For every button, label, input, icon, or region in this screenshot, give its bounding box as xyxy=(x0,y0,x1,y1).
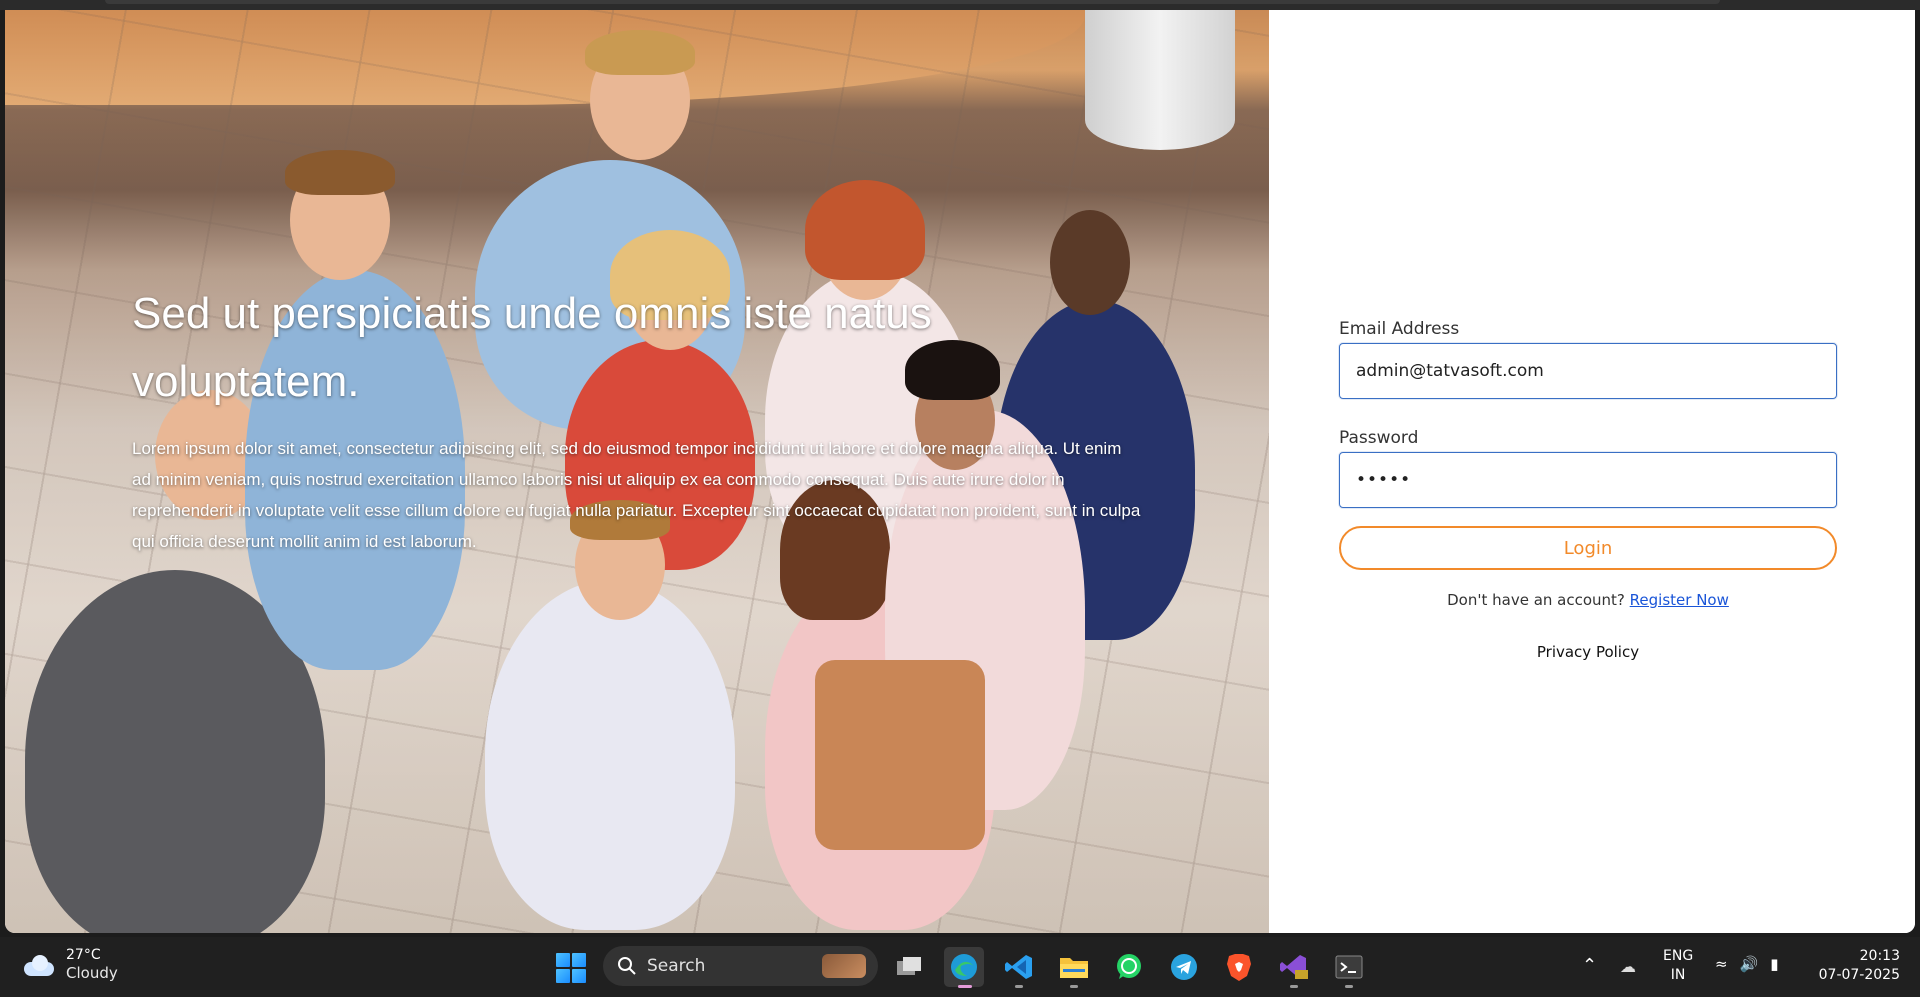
hero-image: Sed ut perspiciatis unde omnis iste natu… xyxy=(5,10,1269,933)
volume-icon: 🔊 xyxy=(1739,955,1759,973)
clock-time: 20:13 xyxy=(1859,948,1900,964)
password-label: Password xyxy=(1339,428,1419,448)
weather-widget[interactable]: 27°C Cloudy xyxy=(22,947,118,982)
vscode-icon[interactable] xyxy=(999,947,1039,988)
system-tray[interactable]: ≈ 🔊 ▮ xyxy=(1715,955,1779,973)
edge-icon[interactable] xyxy=(944,947,984,988)
hero-title: Sed ut perspiciatis unde omnis iste natu… xyxy=(132,289,932,406)
task-view-icon[interactable] xyxy=(889,947,929,987)
wifi-icon: ≈ xyxy=(1715,955,1728,973)
search-highlight-image xyxy=(822,954,866,978)
register-now-link[interactable]: Register Now xyxy=(1630,591,1729,609)
email-field[interactable]: admin@tatvasoft.com xyxy=(1339,343,1837,399)
weather-temperature: 27°C xyxy=(66,947,101,963)
telegram-icon[interactable] xyxy=(1164,947,1204,987)
brave-icon[interactable] xyxy=(1219,947,1259,987)
login-button[interactable]: Login xyxy=(1339,526,1837,570)
student-hair xyxy=(805,180,925,280)
cloud-icon xyxy=(22,954,56,976)
clock-date: 07-07-2025 xyxy=(1818,967,1900,983)
clock[interactable]: 20:13 07-07-2025 xyxy=(1812,947,1900,985)
battery-icon: ▮ xyxy=(1770,955,1779,973)
privacy-policy-link[interactable]: Privacy Policy xyxy=(1339,643,1837,661)
password-field[interactable]: ••••• xyxy=(1339,452,1837,508)
windows-start-icon[interactable] xyxy=(556,953,586,983)
search-icon xyxy=(618,957,636,975)
student-figure xyxy=(815,660,985,850)
taskbar-search[interactable]: Search xyxy=(603,946,878,986)
browser-top-strip xyxy=(0,0,1920,10)
hero-pillar xyxy=(1085,10,1235,150)
email-label: Email Address xyxy=(1339,319,1460,339)
register-prompt: Don't have an account? Register Now xyxy=(1339,591,1837,609)
login-panel: Email Address admin@tatvasoft.com Passwo… xyxy=(1269,10,1915,933)
file-explorer-icon[interactable] xyxy=(1054,947,1094,988)
taskbar: 27°C Cloudy Search ⌃ ☁ ENG IN ≈ 🔊 ▮ 20:1… xyxy=(0,937,1920,997)
terminal-icon[interactable] xyxy=(1329,947,1369,988)
register-prompt-text: Don't have an account? xyxy=(1447,591,1625,609)
whatsapp-icon[interactable] xyxy=(1109,947,1149,987)
chevron-up-icon[interactable]: ⌃ xyxy=(1582,955,1597,976)
student-figure xyxy=(485,580,735,930)
language-code: ENG xyxy=(1663,948,1694,964)
weather-condition: Cloudy xyxy=(66,964,118,982)
search-label: Search xyxy=(647,956,706,976)
student-head xyxy=(1050,210,1130,315)
onedrive-icon[interactable]: ☁ xyxy=(1620,957,1636,976)
weather-text: 27°C Cloudy xyxy=(66,947,118,982)
hero-description: Lorem ipsum dolor sit amet, consectetur … xyxy=(132,439,1141,551)
browser-viewport: Sed ut perspiciatis unde omnis iste natu… xyxy=(5,10,1915,933)
language-region: IN xyxy=(1670,967,1686,983)
student-hair xyxy=(585,30,695,75)
browser-frame-bar xyxy=(105,0,1720,4)
student-hair xyxy=(285,150,395,195)
visual-studio-icon[interactable] xyxy=(1274,947,1314,988)
language-indicator[interactable]: ENG IN xyxy=(1663,947,1693,985)
